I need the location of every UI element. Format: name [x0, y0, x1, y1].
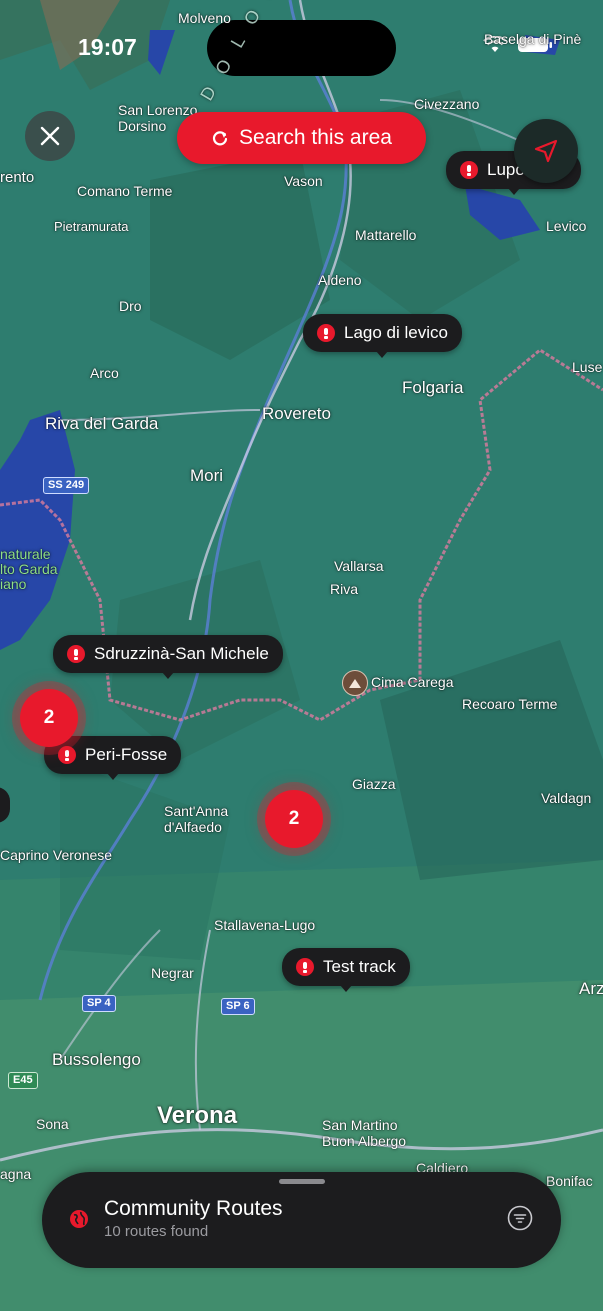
- place-label: Riva: [330, 581, 359, 597]
- place-label: Baselga di Pinè: [484, 31, 582, 47]
- close-icon: [40, 126, 60, 146]
- place-label: San Martino Buon Albergo: [322, 1117, 407, 1149]
- filter-icon[interactable]: [507, 1205, 533, 1231]
- place-label: Stallavena-Lugo: [214, 917, 316, 933]
- route-pin-label: Peri-Fosse: [85, 745, 168, 764]
- route-pin-label: Lago di levico: [344, 323, 448, 342]
- place-label: Folgaria: [402, 378, 464, 397]
- place-label: agna: [0, 1166, 32, 1182]
- locate-me-button[interactable]: [514, 119, 578, 183]
- route-pin[interactable]: Test track: [282, 948, 410, 992]
- place-label: Verona: [157, 1102, 238, 1129]
- refresh-icon: [212, 131, 228, 146]
- place-label: Negrar: [151, 965, 194, 981]
- route-marker-icon: [317, 324, 335, 342]
- status-time: 19:07: [78, 34, 137, 60]
- community-routes-sheet[interactable]: Community Routes 10 routes found: [42, 1172, 561, 1268]
- route-pin-label: Test track: [323, 957, 396, 976]
- road-badge: SP 4: [82, 995, 116, 1012]
- place-label: Sant'Anna d'Alfaedo: [164, 803, 229, 835]
- place-label: Aldeno: [318, 272, 362, 288]
- route-marker-icon: [67, 645, 85, 663]
- place-label: Rovereto: [262, 404, 331, 423]
- place-label: Sona: [36, 1116, 69, 1132]
- place-label: Dro: [119, 298, 142, 314]
- place-label: Giazza: [352, 776, 396, 792]
- sheet-subtitle: 10 routes found: [104, 1223, 209, 1240]
- road-badge: SP 6: [221, 998, 255, 1015]
- sheet-title: Community Routes: [104, 1197, 283, 1220]
- road-badge: SS 249: [43, 477, 90, 494]
- road-badge: E45: [8, 1072, 38, 1089]
- close-button[interactable]: [25, 111, 75, 161]
- route-marker-icon: [296, 958, 314, 976]
- place-label: Vallarsa: [334, 558, 384, 574]
- place-label: Civezzano: [414, 96, 480, 112]
- place-label: Riva del Garda: [45, 414, 159, 433]
- place-label: Valdagn: [541, 790, 592, 806]
- place-label: Vason: [284, 173, 323, 189]
- place-label: Luse: [572, 359, 603, 375]
- place-label: Mattarello: [355, 227, 417, 243]
- place-label: Recoaro Terme: [462, 696, 558, 712]
- route-marker-icon: [460, 161, 478, 179]
- search-this-area-label: Search this area: [239, 126, 392, 149]
- search-this-area-button[interactable]: Search this area: [177, 112, 426, 164]
- place-label: Arz: [579, 979, 603, 998]
- place-label: Comano Terme: [77, 183, 173, 199]
- place-label: Levico: [546, 218, 587, 234]
- place-label: Mori: [190, 466, 224, 485]
- route-pin[interactable]: Sdruzzinà-San Michele: [53, 635, 283, 679]
- park-label: naturale lto Garda iano: [0, 546, 58, 592]
- place-label: Bonifac: [546, 1173, 593, 1189]
- place-label: Arco: [90, 365, 119, 381]
- place-label: Caprino Veronese: [0, 847, 113, 863]
- route-pin-label: Sdruzzinà-San Michele: [94, 644, 269, 663]
- globe-icon: [70, 1210, 88, 1228]
- navigation-arrow-icon: [534, 139, 558, 163]
- route-cluster[interactable]: 2: [265, 790, 323, 848]
- sheet-handle[interactable]: [279, 1179, 325, 1184]
- place-label: Pietramurata: [54, 219, 129, 234]
- place-label: rento: [0, 169, 35, 186]
- place-label: Molveno: [178, 10, 231, 26]
- mountain-icon: [342, 670, 368, 696]
- place-label: Cima Carega: [371, 674, 454, 690]
- place-label: Bussolengo: [52, 1050, 141, 1069]
- route-cluster[interactable]: 2: [20, 689, 78, 747]
- route-marker-icon: [58, 746, 76, 764]
- route-pin[interactable]: Lago di levico: [303, 314, 462, 358]
